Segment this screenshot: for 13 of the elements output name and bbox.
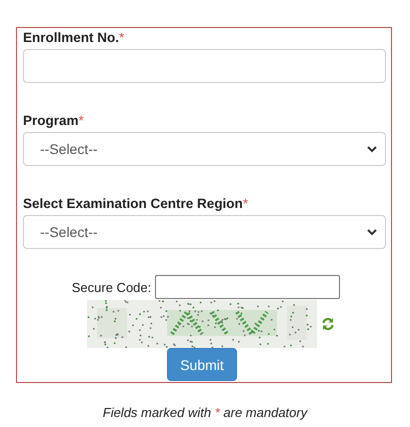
- select-dropdown[interactable]: --Select--: [23, 215, 386, 249]
- input-field[interactable]: [23, 49, 386, 83]
- field-label: Enrollment No.*: [23, 30, 126, 46]
- chevron-icon: [367, 228, 377, 236]
- select-dropdown[interactable]: --Select--: [23, 132, 386, 166]
- field-label: Program*: [23, 113, 85, 129]
- field-label: Secure Code:: [72, 280, 152, 294]
- submit-button[interactable]: Submit: [167, 348, 237, 381]
- refresh-icon[interactable]: [321, 317, 335, 331]
- chevron-icon: [367, 146, 377, 152]
- footnote: Fields marked with * are mandatory: [102, 405, 309, 420]
- field-label: Select Examination Centre Region*: [23, 196, 250, 212]
- input-field[interactable]: [155, 275, 340, 299]
